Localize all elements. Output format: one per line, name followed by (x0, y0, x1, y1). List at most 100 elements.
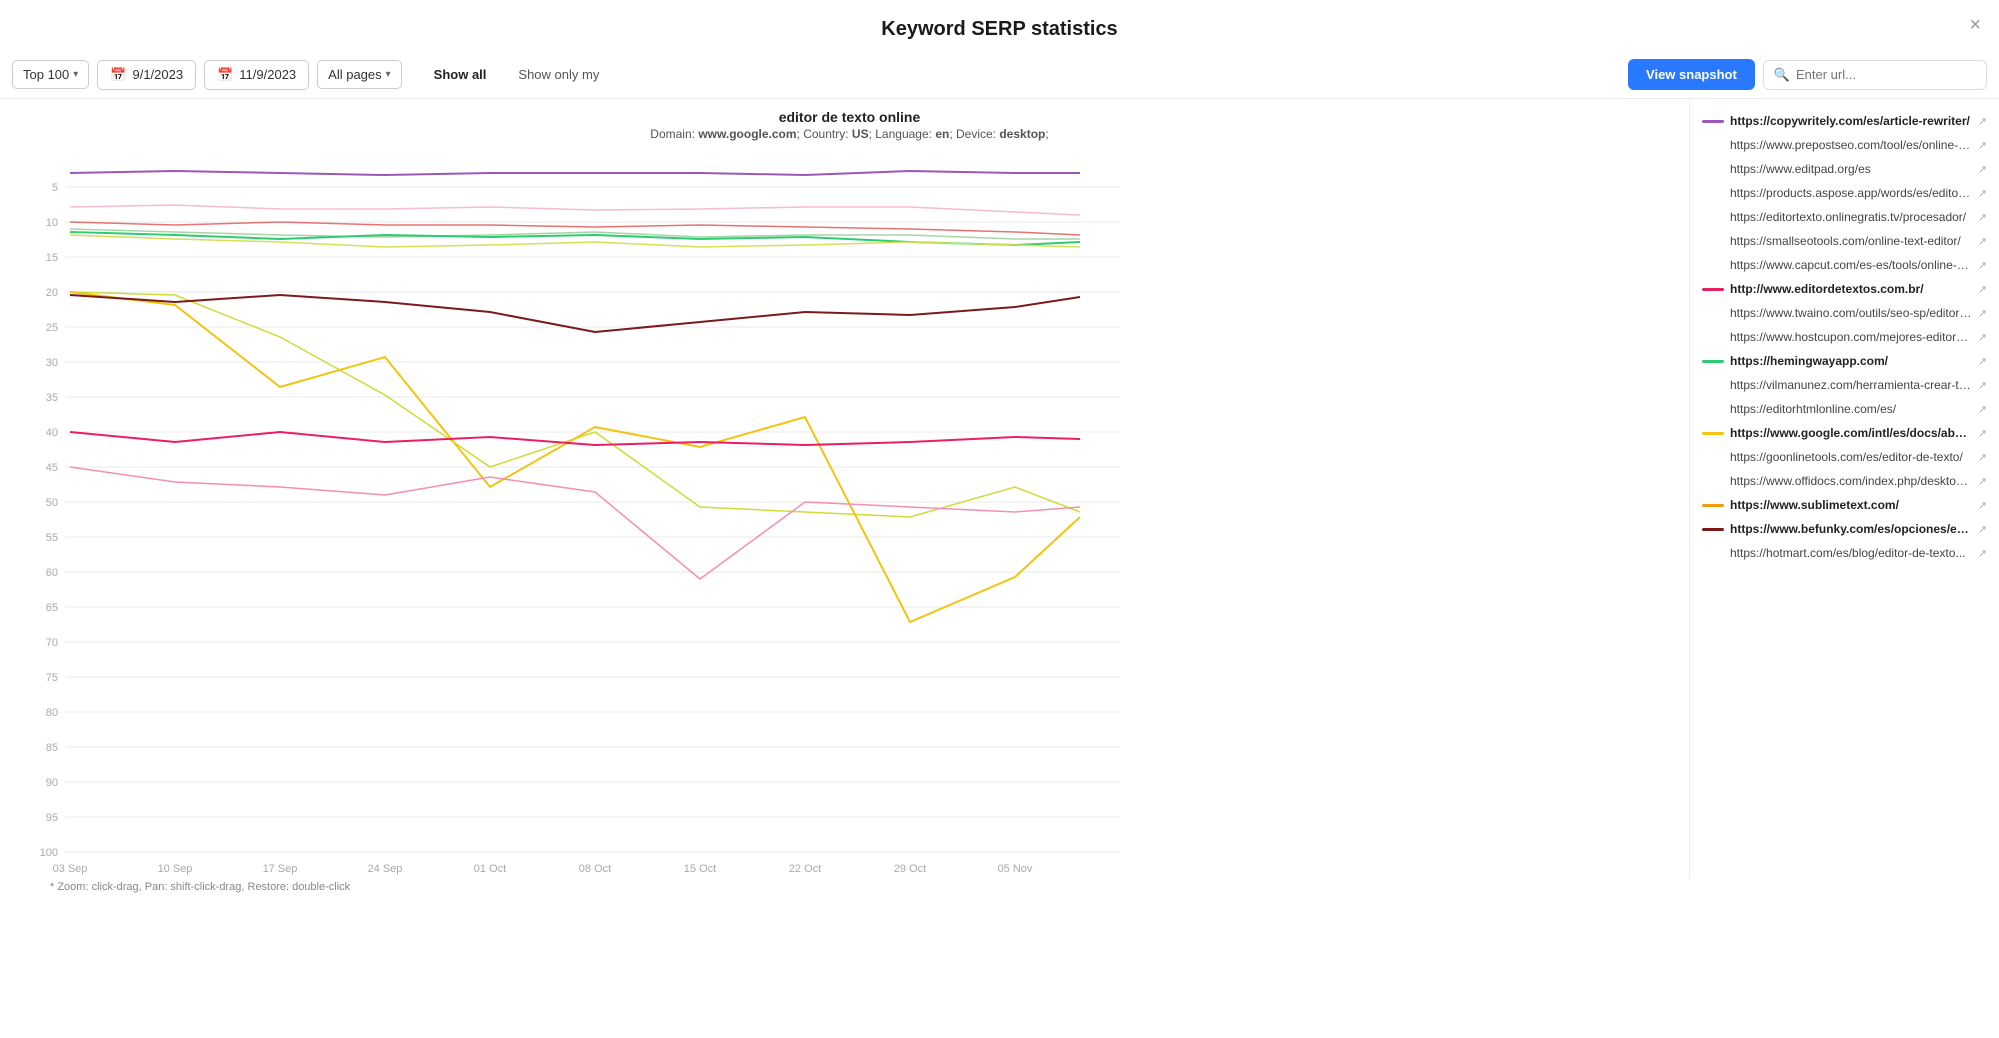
legend-item[interactable]: https://www.google.com/intl/es/docs/abou… (1698, 421, 1991, 445)
legend-item[interactable]: http://www.editordetextos.com.br/ ↗ (1698, 277, 1991, 301)
legend-item[interactable]: https://editortexto.onlinegratis.tv/proc… (1698, 205, 1991, 229)
svg-text:55: 55 (46, 532, 58, 544)
legend-url-text: https://www.hostcupon.com/mejores-editor… (1730, 330, 1972, 344)
svg-text:15 Oct: 15 Oct (684, 863, 716, 875)
legend-item[interactable]: https://smallseotools.com/online-text-ed… (1698, 229, 1991, 253)
svg-text:30: 30 (46, 357, 58, 369)
legend-url-text: https://goonlinetools.com/es/editor-de-t… (1730, 450, 1972, 464)
legend-item[interactable]: https://goonlinetools.com/es/editor-de-t… (1698, 445, 1991, 469)
show-all-button[interactable]: Show all (418, 61, 503, 88)
legend-color-line (1702, 120, 1724, 123)
external-link-icon[interactable]: ↗ (1978, 499, 1987, 512)
external-link-icon[interactable]: ↗ (1978, 115, 1987, 128)
legend-url-text: http://www.editordetextos.com.br/ (1730, 282, 1972, 296)
svg-text:22 Oct: 22 Oct (789, 863, 821, 875)
legend-color-line (1702, 456, 1724, 459)
external-link-icon[interactable]: ↗ (1978, 379, 1987, 392)
legend-item[interactable]: https://products.aspose.app/words/es/edi… (1698, 181, 1991, 205)
chart-hint: * Zoom: click-drag, Pan: shift-click-dra… (10, 877, 1689, 893)
external-link-icon[interactable]: ↗ (1978, 547, 1987, 560)
svg-text:20: 20 (46, 287, 58, 299)
legend-item[interactable]: https://hotmart.com/es/blog/editor-de-te… (1698, 541, 1991, 565)
legend-item[interactable]: https://www.befunky.com/es/opciones/edit… (1698, 517, 1991, 541)
legend-url-text: https://www.befunky.com/es/opciones/edit… (1730, 522, 1972, 536)
legend-url-text: https://www.google.com/intl/es/docs/abou… (1730, 426, 1972, 440)
show-only-my-button[interactable]: Show only my (502, 61, 615, 88)
legend-item[interactable]: https://www.sublimetext.com/ ↗ (1698, 493, 1991, 517)
legend-item[interactable]: https://copywritely.com/es/article-rewri… (1698, 109, 1991, 133)
external-link-icon[interactable]: ↗ (1978, 451, 1987, 464)
external-link-icon[interactable]: ↗ (1978, 307, 1987, 320)
legend-url-text: https://www.offidocs.com/index.php/deskt… (1730, 474, 1972, 488)
legend-url-text: https://www.capcut.com/es-es/tools/onlin… (1730, 258, 1972, 272)
close-button[interactable]: × (1969, 14, 1981, 37)
svg-text:08 Oct: 08 Oct (579, 863, 611, 875)
legend-color-line (1702, 528, 1724, 531)
legend-item[interactable]: https://www.editpad.org/es↗ (1698, 157, 1991, 181)
external-link-icon[interactable]: ↗ (1978, 355, 1987, 368)
view-snapshot-button[interactable]: View snapshot (1628, 59, 1755, 90)
svg-text:100: 100 (40, 847, 58, 859)
legend-url-text: https://vilmanunez.com/herramienta-crear… (1730, 378, 1972, 392)
page-title: Keyword SERP statistics (881, 18, 1117, 40)
url-search-input[interactable] (1796, 67, 1976, 82)
svg-text:75: 75 (46, 672, 58, 684)
external-link-icon[interactable]: ↗ (1978, 427, 1987, 440)
date-start-picker[interactable]: 📅 9/1/2023 (97, 60, 196, 90)
legend-url-text: https://copywritely.com/es/article-rewri… (1730, 114, 1972, 128)
legend-url-text: https://www.prepostseo.com/tool/es/onlin… (1730, 138, 1972, 152)
external-link-icon[interactable]: ↗ (1978, 235, 1987, 248)
external-link-icon[interactable]: ↗ (1978, 211, 1987, 224)
chart-keyword: editor de texto online (10, 109, 1689, 125)
external-link-icon[interactable]: ↗ (1978, 403, 1987, 416)
legend-item[interactable]: https://vilmanunez.com/herramienta-crear… (1698, 373, 1991, 397)
legend-color-line (1702, 216, 1724, 219)
svg-text:17 Sep: 17 Sep (263, 863, 298, 875)
svg-text:15: 15 (46, 252, 58, 264)
external-link-icon[interactable]: ↗ (1978, 331, 1987, 344)
svg-text:5: 5 (52, 182, 58, 194)
external-link-icon[interactable]: ↗ (1978, 283, 1987, 296)
legend-item[interactable]: https://www.prepostseo.com/tool/es/onlin… (1698, 133, 1991, 157)
legend-color-line (1702, 432, 1724, 435)
external-link-icon[interactable]: ↗ (1978, 187, 1987, 200)
date-end-picker[interactable]: 📅 11/9/2023 (204, 60, 309, 90)
calendar-icon: 📅 (110, 67, 126, 83)
legend-color-line (1702, 288, 1724, 291)
legend-item[interactable]: https://editorhtmlonline.com/es/↗ (1698, 397, 1991, 421)
legend-item[interactable]: https://www.hostcupon.com/mejores-editor… (1698, 325, 1991, 349)
external-link-icon[interactable]: ↗ (1978, 139, 1987, 152)
legend-color-line (1702, 480, 1724, 483)
external-link-icon[interactable]: ↗ (1978, 259, 1987, 272)
url-search-box: 🔍 (1763, 60, 1987, 90)
top100-dropdown[interactable]: Top 100 ▾ (12, 60, 89, 89)
external-link-icon[interactable]: ↗ (1978, 163, 1987, 176)
external-link-icon[interactable]: ↗ (1978, 523, 1987, 536)
legend-item[interactable]: https://www.capcut.com/es-es/tools/onlin… (1698, 253, 1991, 277)
serp-chart[interactable]: 5 10 15 20 25 30 35 40 45 (10, 147, 1140, 877)
legend-panel: https://copywritely.com/es/article-rewri… (1689, 99, 1999, 879)
legend-url-text: https://hemingwayapp.com/ (1730, 354, 1972, 368)
search-icon: 🔍 (1774, 67, 1790, 83)
svg-text:01 Oct: 01 Oct (474, 863, 506, 875)
svg-text:90: 90 (46, 777, 58, 789)
legend-item[interactable]: https://www.twaino.com/outils/seo-sp/edi… (1698, 301, 1991, 325)
chart-container: editor de texto online Domain: www.googl… (0, 99, 1689, 893)
legend-color-line (1702, 336, 1724, 339)
legend-item[interactable]: https://hemingwayapp.com/ ↗ (1698, 349, 1991, 373)
svg-text:70: 70 (46, 637, 58, 649)
chart-area: editor de texto online Domain: www.googl… (0, 99, 1999, 893)
legend-url-text: https://www.twaino.com/outils/seo-sp/edi… (1730, 306, 1972, 320)
legend-color-line (1702, 312, 1724, 315)
svg-text:05 Nov: 05 Nov (998, 863, 1033, 875)
chart-svg-wrap[interactable]: 5 10 15 20 25 30 35 40 45 (10, 147, 1689, 877)
legend-color-line (1702, 144, 1724, 147)
svg-text:50: 50 (46, 497, 58, 509)
external-link-icon[interactable]: ↗ (1978, 475, 1987, 488)
svg-text:25: 25 (46, 322, 58, 334)
svg-text:40: 40 (46, 427, 58, 439)
legend-item[interactable]: https://www.offidocs.com/index.php/deskt… (1698, 469, 1991, 493)
all-pages-dropdown[interactable]: All pages ▾ (317, 60, 402, 89)
legend-url-text: https://www.sublimetext.com/ (1730, 498, 1972, 512)
legend-color-line (1702, 552, 1724, 555)
